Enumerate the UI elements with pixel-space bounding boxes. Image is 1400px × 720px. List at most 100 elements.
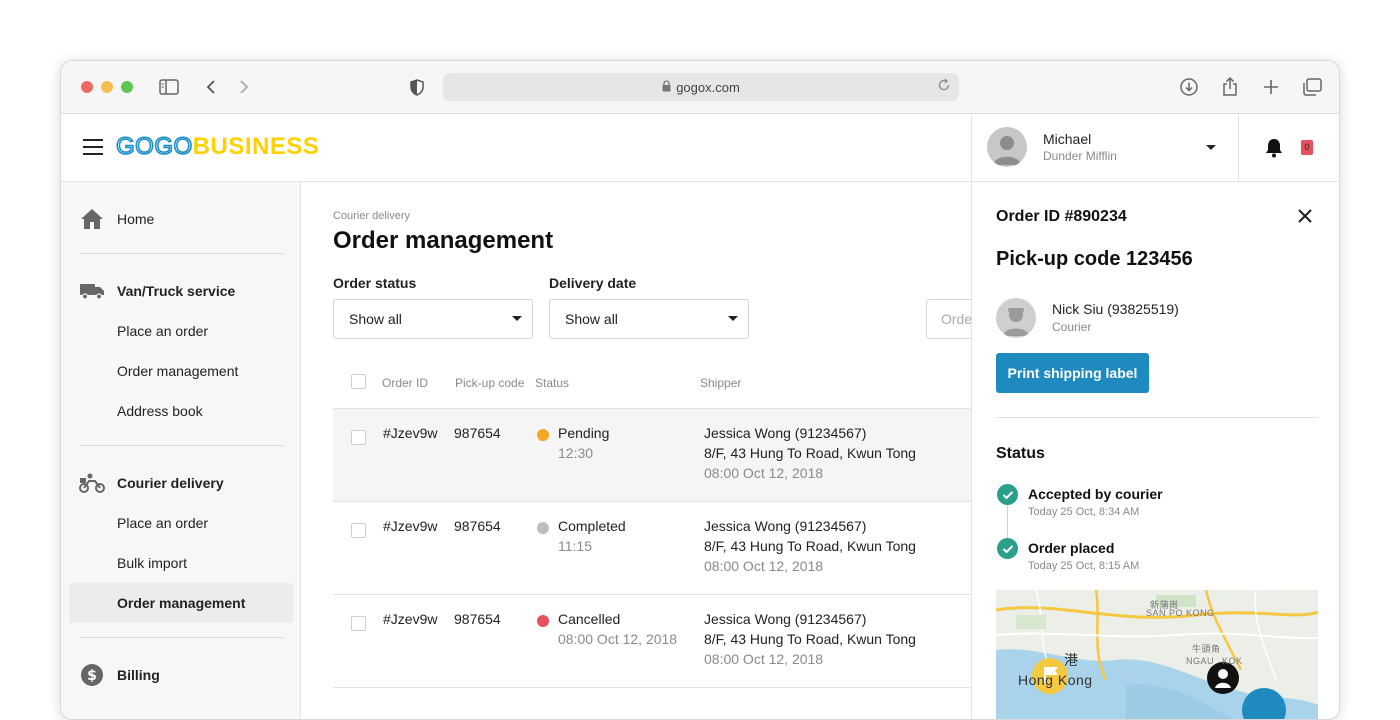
home-icon [79,207,105,231]
shield-icon[interactable] [405,75,429,99]
page-title: Order management [333,227,554,254]
notification-badge: 0 [1301,140,1313,155]
table-row[interactable]: #Jzev9w 987654 Pending 12:30 Jessica Won… [333,409,971,502]
zoom-window-button[interactable] [121,81,133,93]
panel-divider [996,417,1318,418]
order-status-select[interactable]: Show all [333,299,533,339]
user-menu[interactable]: Michael Dunder Mifflin [971,114,1239,182]
forward-icon[interactable] [232,75,256,99]
share-icon[interactable] [1218,75,1242,99]
download-icon[interactable] [1177,75,1201,99]
close-window-button[interactable] [81,81,93,93]
lock-icon [662,79,671,95]
delivery-date-select[interactable]: Show all [549,299,749,339]
user-avatar [987,127,1027,167]
dollar-icon: $ [79,663,105,687]
order-id-cell: #Jzev9w [383,518,438,534]
timeline-title: Order placed [1028,540,1115,556]
map-label-ngau: NGAU [1186,656,1215,666]
chevron-down-icon[interactable] [1206,145,1216,150]
truck-icon [79,279,105,303]
timeline-connector [1007,504,1008,540]
url-text: gogox.com [676,79,740,95]
sidebar-billing-section: $ Billing [79,659,284,691]
map-label-kok: KOK [1222,656,1243,666]
timeline-title: Accepted by courier [1028,486,1163,502]
bell-icon[interactable] [1264,137,1284,163]
sidebar-item-van-order-management[interactable]: Order management [79,351,284,391]
check-icon [997,538,1018,559]
delivery-map[interactable]: 新蒲崗 SAN PO KONG 港 Hong Kong 牛頭角 NGAU KOK [996,590,1318,719]
status-dot [537,429,549,441]
sidebar-van-section: Van/Truck service Place an order Order m… [79,275,284,431]
column-header-pickup-code[interactable]: Pick-up code [455,376,524,390]
sidebar-item-billing[interactable]: $ Billing [79,659,284,691]
sidebar-toggle-icon[interactable] [157,75,181,99]
shipper-time-cell: 08:00 Oct 12, 2018 [704,558,824,574]
map-label-ngau-cn: 牛頭角 [1192,644,1221,654]
status-cell: Cancelled [558,611,621,627]
menu-icon[interactable] [83,139,103,155]
sidebar-item-van-place-order[interactable]: Place an order [79,311,284,351]
status-dot [537,522,549,534]
row-checkbox[interactable] [351,616,366,631]
breadcrumb[interactable]: Courier delivery [333,210,410,222]
back-icon[interactable] [199,75,223,99]
user-name: Michael [1043,131,1092,147]
select-all-checkbox[interactable] [351,374,366,389]
shipper-name-cell: Jessica Wong (91234567) [704,518,867,534]
pickup-code-cell: 987654 [454,518,501,534]
order-status-value: Show all [349,311,402,327]
sidebar-courier-label: Courier delivery [117,475,224,491]
logo-business-text: BUSINESS [192,133,320,160]
status-dot [537,615,549,627]
sidebar-item-home[interactable]: Home [79,203,284,235]
app-header: GOGOBUSINESS Michael Dunder Mifflin 0 [61,114,1339,182]
order-id-cell: #Jzev9w [383,611,438,627]
orders-table-header: Order ID Pick-up code Status Shipper [333,366,971,409]
shipper-time-cell: 08:00 Oct 12, 2018 [704,465,824,481]
pickup-code-cell: 987654 [454,611,501,627]
column-header-status[interactable]: Status [535,376,569,390]
row-checkbox[interactable] [351,523,366,538]
shipper-address-cell: 8/F, 43 Hung To Road, Kwun Tong [704,538,916,554]
sidebar-item-courier-place-order[interactable]: Place an order [79,503,284,543]
order-search-input[interactable]: Orde [926,299,971,339]
svg-text:$: $ [87,668,97,684]
column-header-shipper[interactable]: Shipper [700,376,741,390]
minimize-window-button[interactable] [101,81,113,93]
pickup-code-cell: 987654 [454,425,501,441]
timeline-time: Today 25 Oct, 8:34 AM [1028,506,1140,518]
tab-overview-icon[interactable] [1300,75,1324,99]
sidebar-item-address-book[interactable]: Address book [79,391,284,431]
status-heading: Status [996,445,1045,462]
reload-icon[interactable] [937,78,951,95]
sidebar-item-van-truck[interactable]: Van/Truck service [79,275,284,307]
chevron-down-icon [728,316,738,321]
sidebar-divider [79,445,284,446]
sidebar-divider [79,253,284,254]
sidebar-billing-label: Billing [117,667,160,683]
print-shipping-label-button[interactable]: Print shipping label [996,353,1149,393]
table-row[interactable]: #Jzev9w 987654 Cancelled 08:00 Oct 12, 2… [333,595,971,688]
sidebar-item-bulk-import[interactable]: Bulk import [79,543,284,583]
map-label-hong-kong: Hong Kong [1018,672,1093,688]
sidebar-item-courier-delivery[interactable]: Courier delivery [79,467,284,499]
courier-role: Courier [1052,320,1092,334]
status-cell: Completed [558,518,626,534]
address-bar[interactable]: gogox.com [443,73,959,101]
check-icon [997,484,1018,505]
close-icon[interactable] [1298,209,1312,228]
sidebar-home-label: Home [117,211,155,227]
sidebar-item-courier-order-management[interactable]: Order management [69,583,293,623]
new-tab-icon[interactable] [1259,75,1283,99]
status-cell: Pending [558,425,610,441]
browser-toolbar: gogox.com [61,61,1339,114]
row-checkbox[interactable] [351,430,366,445]
panel-pickup-code: Pick-up code 123456 [996,248,1193,270]
browser-window: gogox.com GOGOBUSINESS Michael Dunder Mi… [60,60,1340,720]
table-row[interactable]: #Jzev9w 987654 Completed 11:15 Jessica W… [333,502,971,595]
gogo-business-logo[interactable]: GOGOBUSINESS [115,132,320,161]
chevron-down-icon [512,316,522,321]
column-header-order-id[interactable]: Order ID [382,376,428,390]
